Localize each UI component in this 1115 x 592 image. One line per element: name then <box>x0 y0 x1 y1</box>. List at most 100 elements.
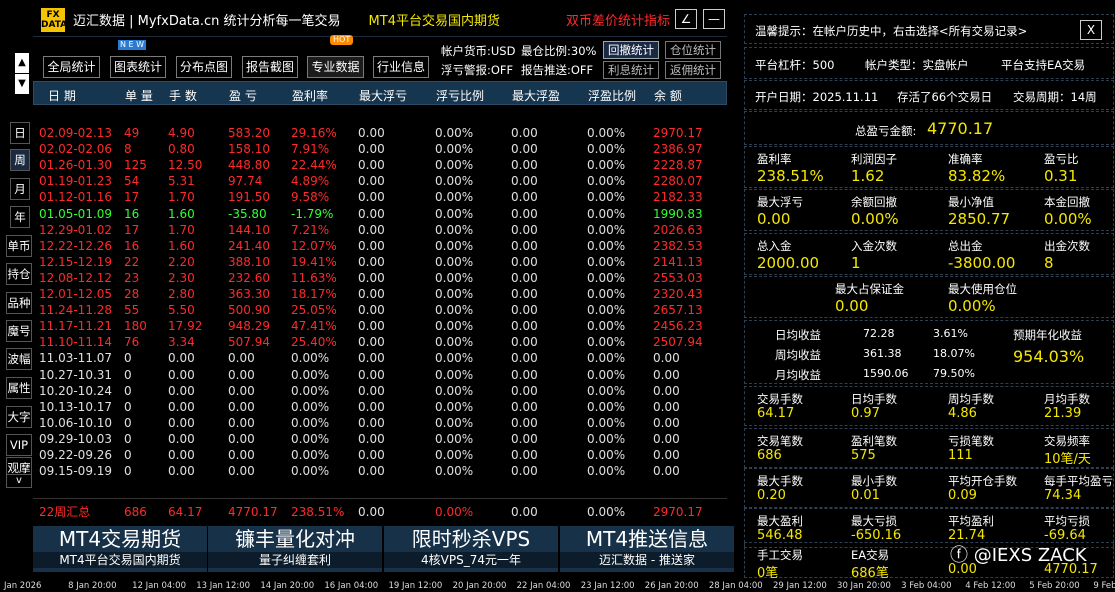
column-header-2[interactable]: 手 数 <box>169 87 197 104</box>
avg-return-cell: 日均收益 <box>775 328 821 342</box>
scroll-up-arrow[interactable]: ▲ <box>15 53 29 73</box>
metric-label: 手工交易 <box>757 548 803 562</box>
table-row[interactable]: 11.17-11.21 180 17.92 948.29 47.41% 0.00 0.00%… <box>33 318 727 334</box>
table-row[interactable]: 12.01-12.05 28 2.80 363.30 18.17% 0.00 0.00% 0.… <box>33 286 727 302</box>
interest-stats-button[interactable]: 利息统计 <box>603 61 659 79</box>
sidebar-item-8[interactable]: 波幅 <box>6 348 32 370</box>
position-stats-button[interactable]: 仓位统计 <box>665 41 721 59</box>
close-button[interactable]: X <box>1080 20 1102 40</box>
table-cell: 0.00% <box>435 190 474 205</box>
table-row[interactable]: 11.10-11.14 76 3.34 507.94 25.40% 0.00 0.00% 0.… <box>33 334 727 350</box>
column-header-7[interactable]: 最大浮盈 <box>512 87 560 104</box>
table-row[interactable]: 10.20-10.24 0 0.00 0.00 0.00% 0.00 0.00% 0.00 0.… <box>33 383 727 399</box>
industry-info-button[interactable]: 行业信息 <box>373 56 429 78</box>
table-cell: 500.90 <box>228 303 270 318</box>
distribution-button[interactable]: 分布点图 <box>176 56 232 78</box>
table-cell: 01.26-01.30 <box>39 158 113 173</box>
column-header-0[interactable]: 日 期 <box>48 87 76 104</box>
table-row[interactable]: 12.15-12.19 22 2.20 388.10 19.41% 0.00 0.00% 0.… <box>33 254 727 270</box>
metric-label: 平均盈利 <box>948 514 994 528</box>
metric-box-g4: 最大占保证金 0.00 最大使用仓位 0.00% <box>744 276 1114 318</box>
table-row[interactable]: 10.13-10.17 0 0.00 0.00 0.00% 0.00 0.00% 0.00 0.… <box>33 399 727 415</box>
report-screenshot-button[interactable]: 报告截图 <box>242 56 298 78</box>
column-header-4[interactable]: 盈利率 <box>292 87 328 104</box>
table-row[interactable]: 01.26-01.30 125 12.50 448.80 22.44% 0.00 0.00%… <box>33 157 727 173</box>
open-date: 开户日期：2025.11.11 <box>755 90 879 104</box>
table-cell: 0.00% <box>587 287 626 301</box>
sidebar-item-7[interactable]: 魔号 <box>6 320 32 342</box>
table-row[interactable]: 12.08-12.12 23 2.30 232.60 11.63% 0.00 0.00% 0.… <box>33 270 727 286</box>
sidebar-item-11[interactable]: VIP <box>6 434 32 456</box>
sidebar-item-3[interactable]: 年 <box>10 206 30 228</box>
table-cell: 0.00 <box>653 415 680 430</box>
metric-label: 最大手数 <box>757 474 803 488</box>
ad-banner-1[interactable]: 镰丰量化对冲 量子纠缠套利 <box>208 526 382 572</box>
table-row[interactable]: 11.24-11.28 55 5.50 500.90 25.05% 0.00 0.00% 0.… <box>33 302 727 318</box>
global-stats-button[interactable]: 全局统计 <box>43 56 100 78</box>
minimize-button[interactable]: ∠ <box>675 9 697 29</box>
table-row[interactable]: 12.22-12.26 16 1.60 241.40 12.07% 0.00 0.00% 0.… <box>33 238 727 254</box>
ad-banner-2[interactable]: 限时秒杀VPS 4核VPS_74元一年 <box>384 526 558 572</box>
table-cell: 0.00 <box>228 448 255 462</box>
table-cell: 0 <box>124 448 132 462</box>
sidebar-item-4[interactable]: 单币 <box>6 235 32 257</box>
metric-value: 0.00% <box>948 297 996 315</box>
column-header-8[interactable]: 浮盈比例 <box>588 87 636 104</box>
table-cell: 0.00 <box>358 448 385 462</box>
column-header-9[interactable]: 余 额 <box>654 87 682 104</box>
table-row[interactable]: 01.12-01.16 17 1.70 191.50 9.58% 0.00 0.00% 0.0… <box>33 189 727 205</box>
sidebar-item-0[interactable]: 日 <box>10 122 30 144</box>
chart-stats-button[interactable]: 图表统计 <box>110 56 166 78</box>
drawdown-stats-button[interactable]: 回撤统计 <box>603 41 659 59</box>
scroll-down-arrow[interactable]: ▼ <box>15 74 29 94</box>
column-header-1[interactable]: 单 量 <box>125 87 153 104</box>
table-row[interactable]: 02.09-02.13 49 4.90 583.20 29.16% 0.00 0.00% 0.… <box>33 125 727 141</box>
table-row[interactable]: 11.03-11.07 0 0.00 0.00 0.00% 0.00 0.00% 0.00 0.… <box>33 350 727 366</box>
sidebar-item-10[interactable]: 大字 <box>6 406 32 428</box>
table-row[interactable]: 09.22-09.26 0 0.00 0.00 0.00% 0.00 0.00% 0.00 0.… <box>33 447 727 463</box>
sidebar-item-9[interactable]: 属性 <box>6 377 32 399</box>
axis-label: 4 Feb 12:00 <box>965 581 1016 591</box>
maximize-button[interactable]: — <box>703 9 725 29</box>
metric-value: 1 <box>851 254 861 272</box>
table-row[interactable]: 02.02-02.06 8 0.80 158.10 7.91% 0.00 0.00% 0.00… <box>33 141 727 157</box>
rebate-stats-button[interactable]: 返佣统计 <box>665 61 721 79</box>
column-header-6[interactable]: 浮亏比例 <box>436 87 484 104</box>
metric-label: 日均手数 <box>851 392 897 406</box>
toolbar: N E W HOT 全局统计 图表统计 分布点图 报告截图 专业数据 行业信息 … <box>33 35 727 80</box>
sidebar-more-button[interactable]: v <box>6 474 32 488</box>
column-header-5[interactable]: 最大浮亏 <box>359 87 407 104</box>
table-cell: 5.31 <box>168 174 195 189</box>
ad-banner-0[interactable]: MT4交易期货 MT4平台交易国内期货 <box>33 526 207 572</box>
sidebar-item-6[interactable]: 品种 <box>6 292 32 314</box>
pro-data-button[interactable]: 专业数据 <box>307 56 364 78</box>
column-header-3[interactable]: 盈 亏 <box>229 87 257 104</box>
avg-return-cell: 周均收益 <box>775 348 821 362</box>
table-cell: 2507.94 <box>653 335 703 350</box>
promo-link[interactable]: 双币差价统计指标 <box>566 10 670 29</box>
table-cell: 0.00 <box>228 415 255 430</box>
table-cell: 0.00% <box>587 448 626 462</box>
table-row[interactable]: 10.27-10.31 0 0.00 0.00 0.00% 0.00 0.00% 0.00 0.… <box>33 367 727 383</box>
sidebar-item-5[interactable]: 持仓 <box>6 263 32 285</box>
table-cell: 0.00 <box>511 206 538 221</box>
metric-value: 74.34 <box>1044 488 1082 503</box>
table-row[interactable]: 10.06-10.10 0 0.00 0.00 0.00% 0.00 0.00% 0.00 0.… <box>33 415 727 431</box>
table-cell: 16 <box>124 206 140 221</box>
table-row[interactable]: 09.15-09.19 0 0.00 0.00 0.00% 0.00 0.00% 0.00 0.… <box>33 463 727 479</box>
table-row[interactable]: 12.29-01.02 17 1.70 144.10 7.21% 0.00 0.00% 0.0… <box>33 222 727 238</box>
table-cell: 0.00% <box>435 222 474 237</box>
table-cell: 09.15-09.19 <box>39 464 113 479</box>
sidebar-item-2[interactable]: 月 <box>10 178 30 200</box>
sidebar-item-1[interactable]: 周 <box>10 149 30 171</box>
table-cell: 47.41% <box>291 319 337 334</box>
ad-banner-3[interactable]: MT4推送信息 迈汇数据 - 推送家 <box>560 526 734 572</box>
slogan-link[interactable]: MT4平台交易国内期货 <box>369 10 500 29</box>
axis-label: 22 Jan 04:00 <box>516 581 571 591</box>
axis-label: 9 Feb 0 <box>1093 581 1115 591</box>
table-cell: 448.80 <box>228 158 270 173</box>
table-row[interactable]: 09.29-10.03 0 0.00 0.00 0.00% 0.00 0.00% 0.00 0.… <box>33 431 727 447</box>
table-row[interactable]: 01.05-01.09 16 1.60 -35.80 -1.79% 0.00 0.00% 0.… <box>33 206 727 222</box>
table-row[interactable]: 01.19-01.23 54 5.31 97.74 4.89% 0.00 0.00% 0.00… <box>33 173 727 189</box>
metric-value: 546.48 <box>757 528 803 543</box>
